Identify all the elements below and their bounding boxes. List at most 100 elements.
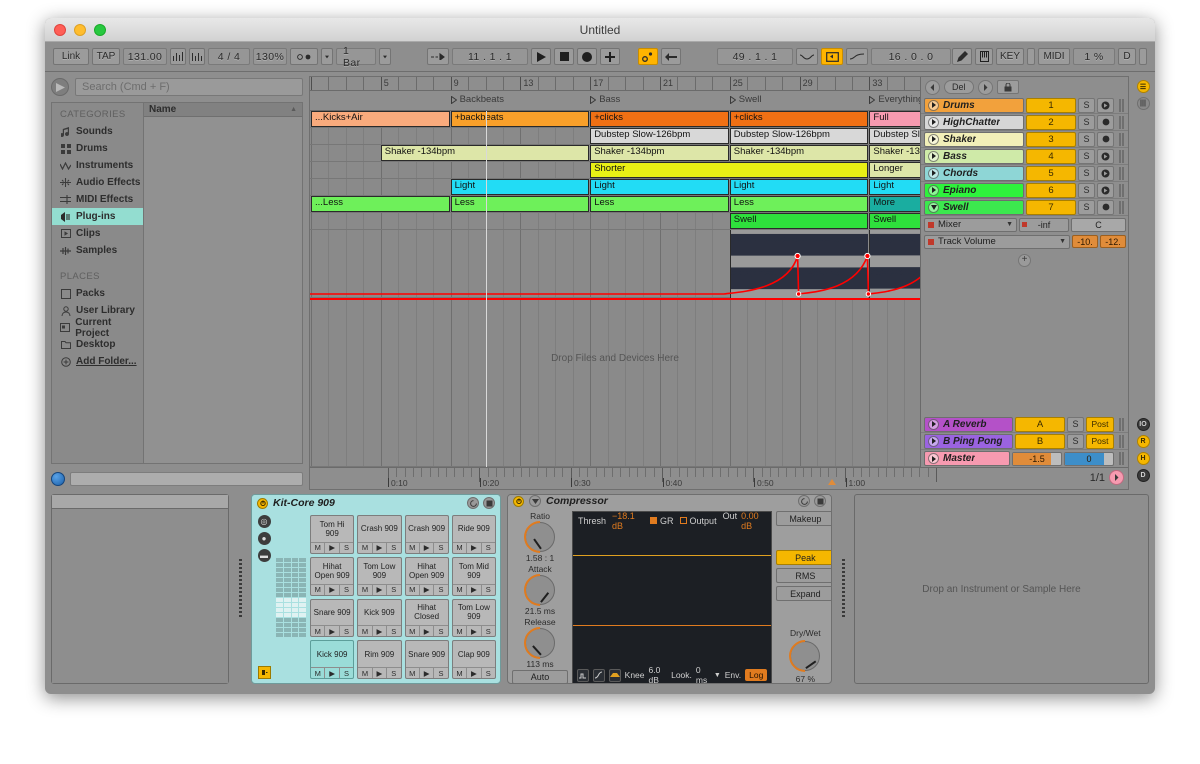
delay-toggle-icon[interactable]: D <box>1137 469 1150 482</box>
track-activator[interactable]: 6 <box>1026 183 1076 198</box>
device-empty-slot[interactable] <box>51 494 229 684</box>
auto-release-button[interactable]: Auto <box>512 670 568 684</box>
automation-parameter-selector[interactable]: Track Volume ▼ <box>924 235 1070 249</box>
device-grip-right[interactable] <box>838 494 848 684</box>
arm-button[interactable] <box>1097 98 1114 113</box>
return-track-header[interactable]: A Reverb A S Post <box>921 416 1128 433</box>
tap-tempo-button[interactable]: TAP <box>92 48 120 65</box>
master-overview-icon[interactable] <box>1109 470 1124 485</box>
loop-start-field[interactable]: 49 . 1 . 1 <box>717 48 793 65</box>
io-toggle-icon[interactable]: IO <box>1137 418 1150 431</box>
overview-cell[interactable] <box>276 618 283 622</box>
overview-cell[interactable] <box>292 603 299 607</box>
overview-cell[interactable] <box>299 618 306 622</box>
drum-pad[interactable]: Crash 909 M ▶ S <box>357 515 401 554</box>
close-icon[interactable] <box>54 24 66 36</box>
automation-value-field[interactable]: -inf <box>1019 218 1069 232</box>
pad-mute-button[interactable]: M <box>406 585 419 595</box>
lookahead-value[interactable]: 0 ms <box>696 665 710 684</box>
track-name-field[interactable]: Drums <box>924 98 1024 113</box>
arrangement-clip[interactable]: Swell <box>869 213 920 229</box>
pad-solo-button[interactable]: S <box>433 585 447 595</box>
overview-cell[interactable] <box>276 608 283 612</box>
pad-mute-button[interactable]: M <box>453 626 466 636</box>
solo-button[interactable]: S <box>1067 434 1084 449</box>
overview-cell[interactable] <box>284 598 291 602</box>
overview-cell[interactable] <box>299 598 306 602</box>
pad-preview-button[interactable]: ▶ <box>324 543 338 553</box>
drum-pad[interactable]: Kick 909 M ▶ S <box>310 640 354 679</box>
mixer-toggle-icon[interactable]: H <box>1137 452 1150 465</box>
track-header[interactable]: Swell 7 S <box>921 199 1128 216</box>
sidebar-item-add-folder[interactable]: Add Folder... <box>52 353 143 370</box>
automation-envelope[interactable] <box>310 230 920 298</box>
pad-solo-button[interactable]: S <box>433 626 447 636</box>
pad-mute-button[interactable]: M <box>358 626 371 636</box>
computer-keyboard-button[interactable] <box>975 48 993 65</box>
overview-position-marker[interactable] <box>828 479 836 485</box>
arrangement-clip[interactable]: Longer <box>869 162 920 178</box>
arrangement-clip[interactable]: Light <box>869 179 920 195</box>
overview-cell[interactable] <box>284 618 291 622</box>
track-activator[interactable]: 5 <box>1026 166 1076 181</box>
help-icon[interactable] <box>51 472 65 486</box>
track-lane[interactable]: ...Less Less Less Less More <box>310 196 920 213</box>
peak-button[interactable]: Peak <box>776 550 832 565</box>
arrangement-clip[interactable]: Shaker -134bpm <box>869 145 920 161</box>
attack-knob[interactable] <box>525 575 555 605</box>
sidechain-icon[interactable] <box>577 669 589 682</box>
arrangement-clip[interactable]: Swell <box>730 213 869 229</box>
arrangement-clip[interactable]: Dubstep Slow-126bpm <box>590 128 729 144</box>
track-activator[interactable]: 2 <box>1026 115 1076 130</box>
pad-solo-button[interactable]: S <box>339 543 353 553</box>
overview-cell[interactable] <box>299 558 306 562</box>
pad-mute-button[interactable]: M <box>453 585 466 595</box>
ratio-knob[interactable] <box>525 522 555 552</box>
locator-marker[interactable]: Backbeats <box>451 94 504 105</box>
overview-cell[interactable] <box>276 628 283 632</box>
track-header[interactable]: Bass 4 S <box>921 148 1128 165</box>
arrangement-clip[interactable]: Light <box>730 179 869 195</box>
arm-button[interactable] <box>1097 149 1114 164</box>
window-controls[interactable] <box>54 24 106 36</box>
overview-cell[interactable] <box>284 623 291 627</box>
overview-cell[interactable] <box>276 633 283 637</box>
drum-pad-grid[interactable]: Tom Hi 909 M ▶ S Crash 909 M ▶ S Crash 909 M ▶ S Rid… <box>310 515 496 679</box>
capture-button[interactable] <box>600 48 620 65</box>
pad-solo-button[interactable]: S <box>339 626 353 636</box>
maximize-icon[interactable] <box>94 24 106 36</box>
overview-cell[interactable] <box>276 583 283 587</box>
overview-cell[interactable] <box>299 613 306 617</box>
return-name-field[interactable]: A Reverb <box>924 417 1013 432</box>
arrangement-clip[interactable]: +clicks <box>730 111 869 127</box>
sidebar-item-packs[interactable]: Packs <box>52 285 143 302</box>
solo-button[interactable]: S <box>1067 417 1084 432</box>
sidebar-item-samples[interactable]: Samples <box>52 242 143 259</box>
pad-preview-button[interactable]: ▶ <box>466 543 480 553</box>
arrangement-canvas[interactable]: 5 9 13 17 21 25 29 33 Backbeats Bass Swell Everyth… <box>310 77 920 467</box>
arrangement-clip[interactable]: Less <box>730 196 869 212</box>
hot-swap-icon[interactable] <box>798 495 810 507</box>
file-list-header[interactable]: Name ▲ <box>144 103 302 117</box>
track-fold-icon[interactable] <box>928 185 939 196</box>
solo-button[interactable]: S <box>1078 132 1095 147</box>
solo-button[interactable]: S <box>1078 98 1095 113</box>
overview-cell[interactable] <box>284 633 291 637</box>
master-track-header[interactable]: Master -1.5 0 <box>921 450 1128 467</box>
hot-swap-icon[interactable] <box>467 497 479 509</box>
arrangement-clip[interactable]: ...Kicks+Air <box>311 111 450 127</box>
pad-mute-button[interactable]: M <box>406 626 419 636</box>
punch-out-button[interactable] <box>846 48 868 65</box>
overview-cell[interactable] <box>276 613 283 617</box>
output-toggle[interactable]: Output <box>680 516 717 526</box>
overview-cell[interactable] <box>284 628 291 632</box>
overview-cell[interactable] <box>292 613 299 617</box>
sidebar-item-current-project[interactable]: Current Project <box>52 319 143 336</box>
reenable-automation-button[interactable] <box>661 48 681 65</box>
sidebar-item-audio-effects[interactable]: Audio Effects <box>52 174 143 191</box>
overview-cell[interactable] <box>284 593 291 597</box>
nudge-icon[interactable] <box>189 48 205 65</box>
track-fold-icon[interactable] <box>928 419 939 430</box>
drum-pad[interactable]: Tom Mid 909 M ▶ S <box>452 557 496 596</box>
pad-preview-button[interactable]: ▶ <box>324 668 338 678</box>
